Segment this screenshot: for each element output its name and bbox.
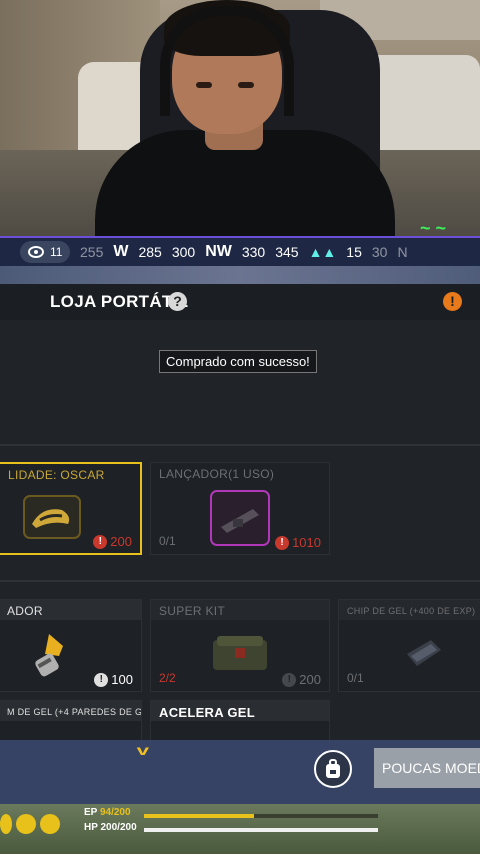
purchase-success-toast: Comprado com sucesso! bbox=[159, 350, 317, 373]
chevron-down-icon[interactable]: v bbox=[137, 742, 149, 758]
item-title: ADOR bbox=[7, 604, 43, 618]
vest-icon bbox=[40, 814, 60, 834]
eye-icon bbox=[28, 246, 44, 258]
heading-label: W bbox=[113, 243, 129, 260]
heading-label: 285 bbox=[138, 244, 162, 260]
game-background bbox=[0, 266, 480, 286]
supply-kit-icon bbox=[213, 636, 267, 670]
player-hud: EP 94/200 HP 200/200 bbox=[0, 804, 480, 854]
shop-item-ador[interactable]: ADOR ! 100 bbox=[0, 599, 142, 692]
oscar-ability-icon bbox=[23, 495, 81, 539]
screen: ~ ~ 11 255 W 285 300 NW 330 345 ▲▲ 15 30… bbox=[0, 0, 480, 854]
ep-bar-fill bbox=[144, 814, 254, 818]
coin-icon: ! bbox=[94, 672, 109, 687]
heading-label: 330 bbox=[241, 244, 266, 260]
few-coins-button[interactable]: POUCAS MOED bbox=[374, 748, 480, 788]
heading-label: 300 bbox=[171, 244, 196, 260]
item-title: ACELERA GEL bbox=[159, 705, 255, 720]
divider bbox=[0, 580, 480, 582]
heading-label: N bbox=[397, 244, 408, 260]
heading-label: NW bbox=[205, 243, 232, 260]
compass-headings: 255 W 285 300 NW 330 345 ▲▲ 15 30 N bbox=[80, 243, 408, 261]
item-price: ! 1010 bbox=[275, 535, 321, 550]
teammate-marker-icon: ▲▲ bbox=[308, 244, 337, 260]
item-stock: 0/1 bbox=[347, 671, 364, 685]
grenade-icon bbox=[35, 634, 63, 677]
item-title: CHIP DE GEL (+400 DE EXP) bbox=[347, 606, 476, 616]
coin-icon: ! bbox=[93, 534, 108, 549]
item-title: LIDADE: OSCAR bbox=[8, 468, 105, 482]
alert-icon[interactable]: ! bbox=[443, 292, 462, 311]
item-price: ! 200 bbox=[93, 534, 132, 549]
helmet-icon bbox=[0, 814, 12, 834]
item-stock: 2/2 bbox=[159, 671, 176, 685]
hp-bar-fill bbox=[144, 828, 378, 832]
green-overlay-decoration: ~ ~ bbox=[420, 218, 447, 238]
hp-bar-track bbox=[144, 828, 378, 832]
chip-icon bbox=[407, 640, 441, 666]
headset bbox=[160, 6, 294, 116]
spectator-count: 11 bbox=[20, 241, 71, 263]
portable-shop-panel: LOJA PORTÁTIL ? ! Comprado com sucesso! … bbox=[0, 284, 480, 750]
webcam-overlay: ~ ~ bbox=[0, 0, 480, 238]
backpack-button[interactable] bbox=[314, 750, 352, 788]
backpack-icon bbox=[326, 759, 340, 778]
ep-bar-track bbox=[144, 814, 378, 818]
coin-icon: ! bbox=[282, 672, 297, 687]
shop-header: LOJA PORTÁTIL ? ! bbox=[0, 284, 480, 320]
coin-icon: ! bbox=[275, 535, 290, 550]
spectator-count-value: 11 bbox=[50, 245, 63, 259]
shop-item-super-kit[interactable]: SUPER KIT 2/2 ! 200 bbox=[150, 599, 330, 692]
item-title: SUPER KIT bbox=[159, 604, 226, 618]
divider bbox=[0, 444, 480, 446]
item-title: M DE GEL (+4 PAREDES DE GEL) bbox=[7, 707, 142, 717]
item-price: ! 100 bbox=[94, 672, 133, 687]
heading-label: 255 bbox=[80, 244, 104, 260]
ep-readout: EP 94/200 bbox=[84, 807, 131, 818]
shop-item-launcher[interactable]: LANÇADOR(1 USO) 0/1 ! 1010 bbox=[150, 462, 330, 555]
help-icon[interactable]: ? bbox=[168, 292, 187, 311]
hp-label: HP bbox=[84, 822, 98, 833]
shop-item-oscar-ability[interactable]: LIDADE: OSCAR ! 200 bbox=[0, 462, 142, 555]
heading-label: 345 bbox=[275, 244, 299, 260]
item-price: ! 200 bbox=[282, 672, 321, 687]
ep-label: EP bbox=[84, 807, 98, 818]
helmet-icon bbox=[16, 814, 36, 834]
heading-label: 15 bbox=[346, 244, 362, 260]
hp-value: 200/200 bbox=[100, 822, 137, 833]
compass-bar: 11 255 W 285 300 NW 330 345 ▲▲ 15 30 N bbox=[0, 236, 480, 266]
item-title: LANÇADOR(1 USO) bbox=[159, 467, 275, 481]
hud-status-icons bbox=[0, 814, 60, 834]
launcher-icon bbox=[210, 490, 270, 546]
shop-item-gel-chip[interactable]: CHIP DE GEL (+400 DE EXP) 0/1 bbox=[338, 599, 480, 692]
ep-value: 94/200 bbox=[99, 807, 131, 818]
item-stock: 0/1 bbox=[159, 534, 176, 548]
heading-label: 30 bbox=[371, 244, 388, 260]
hp-readout: HP 200/200 bbox=[84, 822, 137, 833]
shop-action-bar: v POUCAS MOED bbox=[0, 740, 480, 804]
